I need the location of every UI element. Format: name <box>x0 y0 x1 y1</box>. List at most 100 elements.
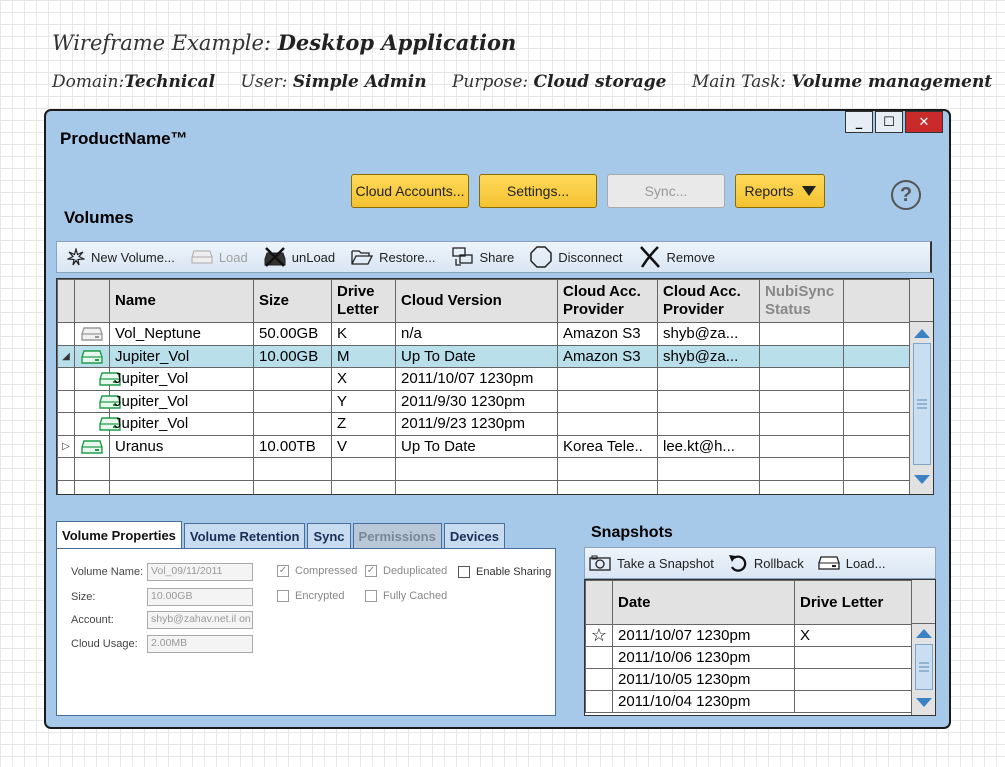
unload-button[interactable]: unLoad <box>264 247 335 267</box>
disk-icon <box>81 348 103 365</box>
table-row[interactable]: Jupiter_Vol Y 2011/9/30 1230pm <box>57 389 912 413</box>
column-size[interactable]: Size <box>253 279 332 323</box>
sync-button[interactable]: Sync... <box>607 174 725 208</box>
scroll-down-icon[interactable] <box>916 698 932 707</box>
cell-extra <box>843 434 912 458</box>
column-name[interactable]: Name <box>109 279 254 323</box>
product-name: ProductName™ <box>60 129 188 148</box>
table-row[interactable] <box>57 457 912 481</box>
column-snapshot-drive-letter[interactable]: Drive Letter <box>794 580 913 625</box>
column-date[interactable]: Date <box>612 580 795 625</box>
volumes-scrollbar[interactable] <box>909 279 933 494</box>
table-row[interactable]: Jupiter_Vol X 2011/10/07 1230pm <box>57 367 912 391</box>
minimize-button[interactable]: _ <box>845 111 873 133</box>
scroll-thumb[interactable] <box>913 343 931 465</box>
compressed-checkbox[interactable]: ✓ Compressed <box>277 565 357 577</box>
volume-name-field[interactable]: Vol_09/11/2011 <box>147 563 253 581</box>
tab-sync[interactable]: Sync <box>307 523 351 548</box>
load-button[interactable]: Load <box>191 250 248 265</box>
snapshot-row[interactable]: 2011/10/04 1230pm <box>585 690 913 713</box>
snapshot-date: 2011/10/05 1230pm <box>612 668 795 691</box>
row-expander <box>57 367 75 391</box>
snapshot-row[interactable]: ☆ 2011/10/07 1230pm X <box>585 624 913 647</box>
disconnect-button[interactable]: Disconnect <box>530 246 623 268</box>
fully-cached-checkbox[interactable]: Fully Cached <box>365 590 447 602</box>
encrypted-checkbox[interactable]: Encrypted <box>277 590 345 602</box>
cell-status <box>759 434 844 458</box>
take-snapshot-button[interactable]: Take a Snapshot <box>589 555 714 571</box>
new-volume-label: New Volume... <box>91 249 175 265</box>
cloud-usage-field[interactable]: 2.00MB <box>147 635 253 653</box>
tab-volume-retention[interactable]: Volume Retention <box>183 523 306 548</box>
row-icon-cell <box>74 457 110 481</box>
action-bar: Cloud Accounts... Settings... Sync... Re… <box>351 174 825 208</box>
size-field[interactable]: 10.00GB <box>147 588 253 606</box>
cell-size: 10.00TB <box>253 434 332 458</box>
row-expander <box>57 412 75 436</box>
volumes-table: Name Size Drive Letter Cloud Version Clo… <box>57 279 912 494</box>
column-cloud-version[interactable]: Cloud Version <box>395 279 558 323</box>
meta-value: Volume management <box>791 72 993 92</box>
scroll-up-icon[interactable] <box>916 629 932 638</box>
star-icon: ☆ <box>585 624 613 647</box>
expand-toggle-icon[interactable]: ◢ <box>57 344 75 368</box>
snapshot-row[interactable]: 2011/10/06 1230pm <box>585 646 913 669</box>
scroll-up-icon[interactable] <box>914 329 930 338</box>
close-button[interactable]: ✕ <box>905 111 943 133</box>
column-account-provider[interactable]: Cloud Acc. Provider <box>657 279 760 323</box>
account-field[interactable]: shyb@zahav.net.il on ... <box>147 611 253 629</box>
snapshot-drive-letter <box>794 646 913 669</box>
reports-button[interactable]: Reports <box>735 174 825 208</box>
cell-size <box>253 457 332 481</box>
cell-name <box>109 479 254 494</box>
deduplicated-checkbox[interactable]: ✓ Deduplicated <box>365 565 447 577</box>
column-nubisync-status[interactable]: NubiSync Status <box>759 279 844 323</box>
scrollbar-header <box>912 580 935 624</box>
cell-drive <box>331 479 396 494</box>
table-row[interactable]: ◢ Jupiter_Vol 10.00GB M Up To Date Amazon S3 s… <box>57 344 912 368</box>
expand-toggle-icon[interactable]: ▷ <box>57 434 75 458</box>
cell-drive: Z <box>331 412 396 436</box>
table-row[interactable]: Jupiter_Vol Z 2011/9/23 1230pm <box>57 412 912 436</box>
snapshot-load-button[interactable]: Load... <box>818 556 885 571</box>
app-window: _ ☐ ✕ ProductName™ Cloud Accounts... Set… <box>44 109 951 729</box>
checkbox-box: ✓ <box>277 565 289 577</box>
cloud-accounts-button[interactable]: Cloud Accounts... <box>351 174 469 208</box>
cell-extra <box>843 412 912 436</box>
help-icon[interactable]: ? <box>891 180 921 210</box>
cell-drive: K <box>331 322 396 346</box>
window-controls: _ ☐ ✕ <box>845 111 943 133</box>
row-expander <box>57 479 75 494</box>
enable-sharing-checkbox[interactable]: Enable Sharing <box>458 566 551 578</box>
meta-user: User: Simple Admin <box>241 72 427 92</box>
restore-button[interactable]: Restore... <box>351 249 436 265</box>
rollback-button[interactable]: Rollback <box>728 553 804 573</box>
meta-value: Cloud storage <box>533 72 667 92</box>
table-row[interactable]: ▷ Uranus 10.00TB V Up To Date Korea Tele.. le… <box>57 434 912 458</box>
scroll-thumb[interactable] <box>915 644 933 690</box>
rollback-label: Rollback <box>753 555 804 571</box>
snapshot-date: 2011/10/06 1230pm <box>612 646 795 669</box>
column-drive-letter[interactable]: Drive Letter <box>331 279 396 323</box>
checkbox-box: ✓ <box>365 565 377 577</box>
tab-volume-properties[interactable]: Volume Properties <box>56 521 182 548</box>
column-provider[interactable]: Cloud Acc. Provider <box>557 279 658 323</box>
cell-version: 2011/10/07 1230pm <box>395 367 558 391</box>
share-button[interactable]: Share <box>451 247 514 267</box>
maximize-button[interactable]: ☐ <box>875 111 903 133</box>
table-row[interactable]: Vol_Neptune 50.00GB Kn/a Amazon S3 shyb@za..… <box>57 322 912 346</box>
load-label: Load <box>218 249 248 265</box>
remove-button[interactable]: Remove <box>639 246 715 268</box>
snapshot-row[interactable]: 2011/10/05 1230pm <box>585 668 913 691</box>
table-row[interactable] <box>57 479 912 494</box>
new-volume-button[interactable]: New Volume... <box>67 248 175 266</box>
cell-extra <box>843 344 912 368</box>
settings-button[interactable]: Settings... <box>479 174 597 208</box>
scroll-down-icon[interactable] <box>914 475 930 484</box>
tab-permissions[interactable]: Permissions <box>352 523 442 548</box>
cell-size <box>253 412 332 436</box>
snapshots-scrollbar[interactable] <box>911 580 935 715</box>
tab-devices[interactable]: Devices <box>443 523 506 548</box>
take-snapshot-label: Take a Snapshot <box>617 555 714 571</box>
cell-drive: Y <box>331 389 396 413</box>
